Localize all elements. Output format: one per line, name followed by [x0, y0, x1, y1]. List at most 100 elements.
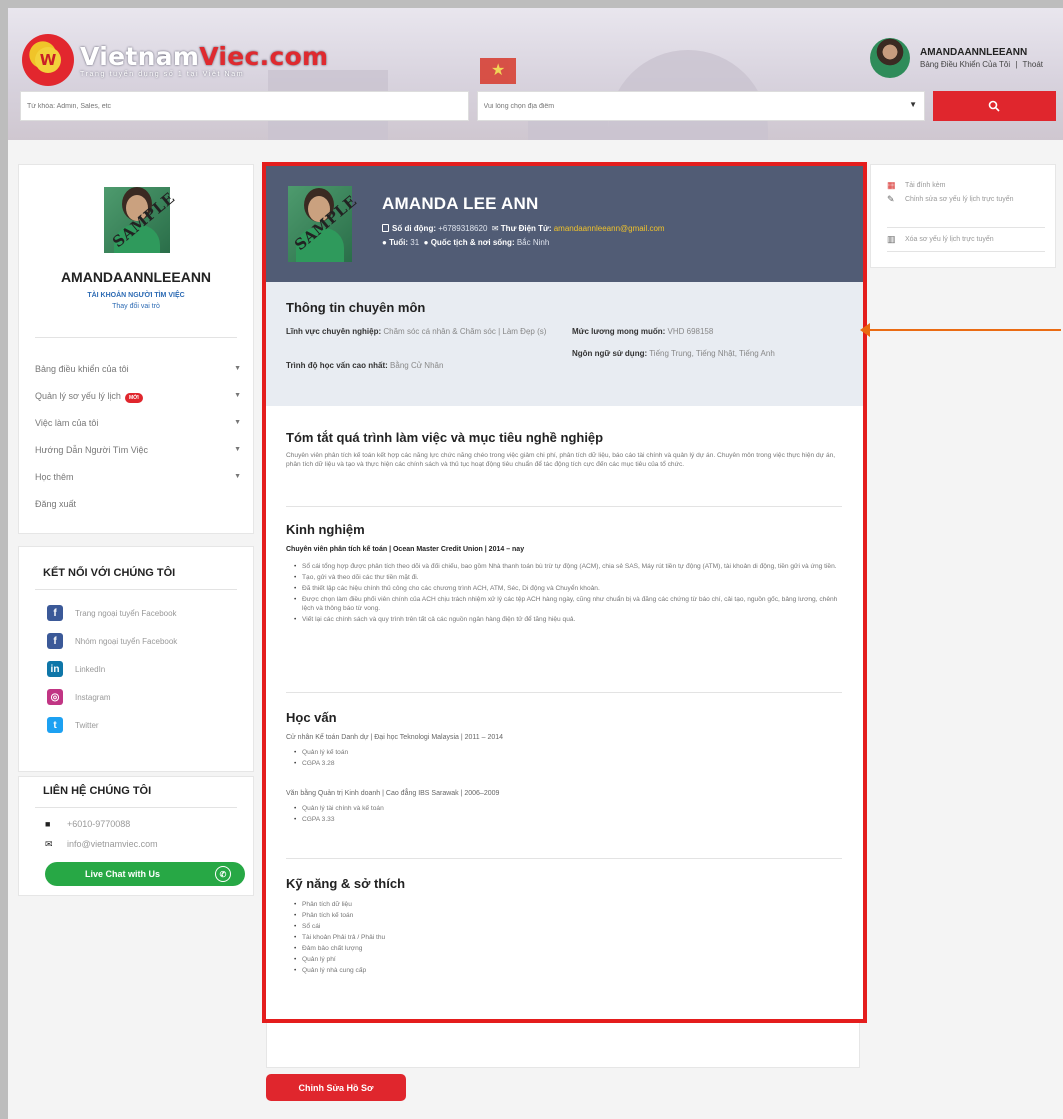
facebook-icon: f	[47, 633, 63, 649]
live-chat-button[interactable]: Live Chat with Us ✆	[45, 862, 245, 886]
list-item: CGPA 3.33	[294, 815, 842, 824]
list-item: Quản lý kế toán	[294, 748, 842, 757]
site-logo[interactable]: W VietnamViec.com Trang tuyển dụng số 1 …	[22, 34, 328, 86]
action-label: Chỉnh sửa sơ yếu lý lịch trực tuyến	[905, 196, 1014, 203]
resume-preview: SAMPLE AMANDA LEE ANN Số di động: +67893…	[262, 162, 867, 1023]
phone-icon: ■	[45, 819, 51, 829]
download-attachment-link[interactable]: ▦ Tải đính kèm	[887, 181, 1047, 190]
education-points: Quản lý tài chính và kế toán CGPA 3.33	[294, 804, 842, 826]
social-label: Nhóm ngoại tuyển Facebook	[75, 636, 178, 646]
skills-list: Phân tích dữ liệu Phân tích kế toán Sổ c…	[294, 900, 842, 977]
edit-profile-button[interactable]: Chỉnh Sửa Hồ Sơ	[266, 1074, 406, 1101]
list-item: CGPA 3.28	[294, 759, 842, 768]
list-item: Được chọn làm điều phối viên chính của A…	[294, 595, 842, 613]
field-item: Lĩnh vực chuyên nghiệp: Chăm sóc cá nhân…	[286, 326, 566, 337]
facebook-page-link[interactable]: f Trang ngoại tuyển Facebook	[47, 605, 177, 621]
twitter-icon: t	[47, 717, 63, 733]
action-label: Tải đính kèm	[905, 182, 946, 189]
linkedin-link[interactable]: in LinkedIn	[47, 661, 105, 677]
email-label: Thư Điện Tử:	[500, 224, 552, 233]
logo-title-part1: Vietnam	[80, 42, 200, 71]
list-item: Tạo, gửi và theo dõi các thư tiền mặt đi…	[294, 573, 842, 582]
facebook-icon: f	[47, 605, 63, 621]
edit-online-resume-link[interactable]: ✎ Chỉnh sửa sơ yếu lý lịch trực tuyến	[887, 195, 1047, 204]
salary-label: Mức lương mong muốn:	[572, 327, 666, 336]
resume-name: AMANDA LEE ANN	[382, 194, 539, 213]
twitter-link[interactable]: t Twitter	[47, 717, 99, 733]
education-level-item: Trình độ học vấn cao nhất: Bằng Cử Nhân	[286, 360, 443, 371]
contact-email: ✉ info@vietnamviec.com	[45, 839, 158, 849]
sidebar-item-guide[interactable]: Hướng Dẫn Người Tìm Việc ▼	[35, 436, 241, 463]
account-role: TÀI KHOẢN NGƯỜI TÌM VIỆC	[87, 292, 185, 299]
social-label: LinkedIn	[75, 664, 106, 674]
location-select[interactable]: ▼	[476, 91, 925, 121]
edu-level-label: Trình độ học vấn cao nhất:	[286, 361, 388, 370]
divider	[887, 251, 1045, 252]
avatar[interactable]	[870, 38, 910, 78]
facebook-group-link[interactable]: f Nhóm ngoại tuyển Facebook	[47, 633, 177, 649]
divider	[286, 858, 842, 859]
logout-link[interactable]: Thoát	[1023, 60, 1043, 69]
location-input[interactable]	[476, 91, 925, 121]
phone-label: Số di động:	[392, 224, 436, 233]
social-label: Trang ngoại tuyển Facebook	[75, 608, 177, 618]
job-points: Sổ cái tổng hợp được phân tích theo dõi …	[294, 562, 842, 626]
field-value: Chăm sóc cá nhân & Chăm sóc | Làm Đẹp (s…	[383, 327, 547, 336]
contact-title: LIÊN HỆ CHÚNG TÔI	[43, 785, 152, 797]
sidebar-item-label: Học thêm	[35, 471, 74, 482]
list-item: Quản lý phí	[294, 955, 842, 964]
switch-role-link[interactable]: Thay đổi vai trò	[19, 303, 253, 310]
instagram-icon: ◎	[47, 689, 63, 705]
dashboard-link[interactable]: Bảng Điều Khiển Của Tôi	[920, 60, 1010, 69]
sidebar-item-logout[interactable]: Đăng xuất	[35, 490, 241, 517]
list-item: Sổ cái	[294, 922, 842, 931]
header-banner: W VietnamViec.com Trang tuyển dụng số 1 …	[8, 8, 1063, 140]
email-address[interactable]: info@vietnamviec.com	[67, 839, 158, 849]
divider	[286, 506, 842, 507]
age-label: Tuổi:	[389, 238, 409, 247]
logo-mark-icon: W	[22, 34, 74, 86]
social-label: Twitter	[75, 720, 99, 730]
sidebar-item-dashboard[interactable]: Bảng điều khiển của tôi ▼	[35, 355, 241, 382]
divider	[887, 227, 1045, 228]
whatsapp-icon: ✆	[215, 866, 231, 882]
profile-username: AMANDAANNLEEANN	[60, 269, 212, 285]
logo-title-part2: Viec.com	[199, 42, 329, 71]
new-badge: MỚI	[124, 392, 143, 403]
list-item: Đã thiết lập các hiệu chính thủ công cho…	[294, 584, 842, 593]
resume-photo: SAMPLE	[288, 186, 360, 262]
education-item: Cử nhân Kế toán Danh dự | Đại học Teknol…	[286, 734, 504, 741]
resume-age: 31	[410, 238, 420, 247]
divider	[35, 337, 237, 338]
sidebar-item-label: Bảng điều khiển của tôi	[35, 363, 129, 374]
social-label: Instagram	[75, 692, 111, 702]
sidebar-item-learn[interactable]: Học thêm ▼	[35, 463, 241, 490]
section-title-experience: Kinh nghiệm	[286, 522, 365, 537]
vietnam-flag	[480, 58, 516, 84]
education-points: Quản lý kế toán CGPA 3.28	[294, 748, 842, 770]
link-divider: |	[1015, 60, 1018, 69]
instagram-link[interactable]: ◎ Instagram	[47, 689, 111, 705]
chevron-down-icon: ▼	[234, 365, 241, 372]
language-item: Ngôn ngữ sử dụng: Tiếng Trung, Tiếng Nhậ…	[572, 348, 775, 359]
list-item: Quản lý tài chính và kế toán	[294, 804, 842, 813]
keyword-input[interactable]	[20, 91, 469, 121]
salary-value: VHD 698158	[667, 327, 714, 336]
divider	[286, 692, 842, 693]
header-user: AMANDAANNLEEANN Bảng Điều Khiển Của Tôi …	[870, 38, 1043, 78]
list-item: Quản lý nhà cung cấp	[294, 966, 842, 975]
mail-icon: ✉	[491, 224, 499, 233]
list-item: Phân tích dữ liệu	[294, 900, 842, 909]
mail-icon: ✉	[45, 839, 53, 849]
sidebar-item-resume[interactable]: Quản lý sơ yếu lý lịch MỚI ▼	[35, 382, 241, 409]
connect-card: KẾT NỐI VỚI CHÚNG TÔI f Trang ngoại tuyển…	[18, 546, 254, 772]
list-item: Đảm bảo chất lượng	[294, 944, 842, 953]
header-username: AMANDAANNLEEANN	[920, 47, 1028, 58]
sidebar-item-my-jobs[interactable]: Việc làm của tôi ▼	[35, 409, 241, 436]
delete-online-resume-link[interactable]: ▥ Xóa sơ yếu lý lịch trực tuyến	[887, 235, 1047, 244]
search-bar: ▼	[20, 91, 1056, 121]
search-button[interactable]	[932, 91, 1056, 121]
list-item: Viết lại các chính sách và quy trình trê…	[294, 615, 842, 624]
section-title-skills: Kỹ năng & sở thích	[286, 876, 406, 891]
resume-email[interactable]: amandaannleeann@gmail.com	[554, 224, 665, 233]
